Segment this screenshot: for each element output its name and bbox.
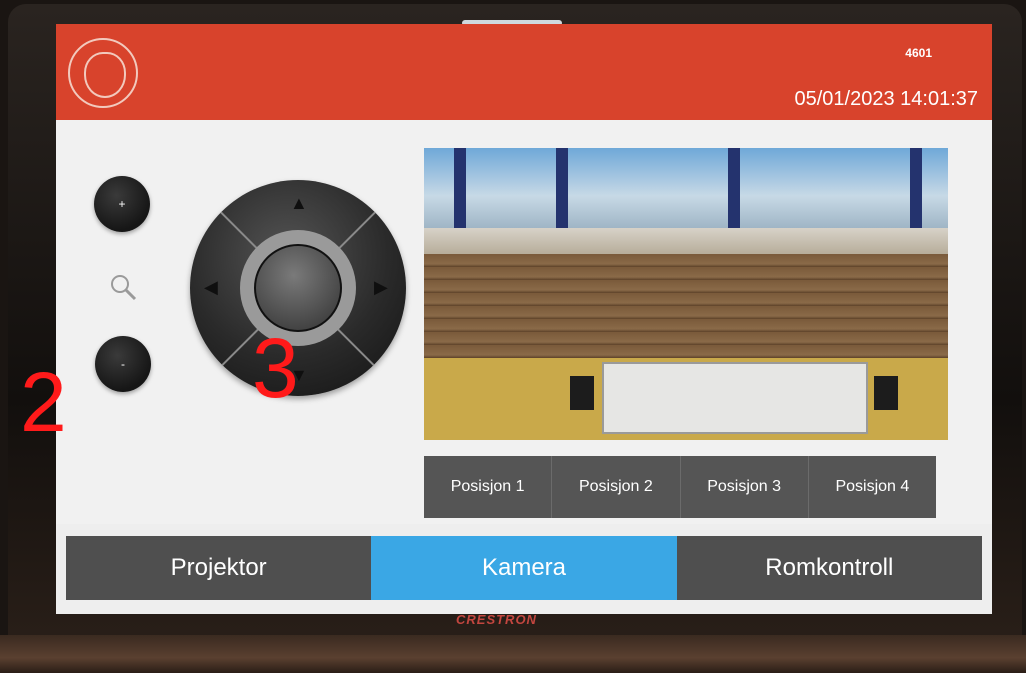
preview-whiteboard: [602, 362, 868, 434]
dpad-center-button[interactable]: [254, 244, 342, 332]
tilt-up-button[interactable]: ▲: [290, 194, 308, 212]
preset-4-button[interactable]: Posisjon 4: [809, 456, 936, 518]
pan-right-button[interactable]: ▶: [374, 278, 388, 296]
preview-sill: [424, 228, 948, 254]
tab-projektor[interactable]: Projektor: [66, 536, 372, 600]
header-bar: 4601 05/01/2023 14:01:37: [56, 24, 992, 120]
preset-1-button[interactable]: Posisjon 1: [424, 456, 553, 518]
preview-speaker: [570, 376, 594, 410]
date-time: 05/01/2023 14:01:37: [794, 88, 978, 110]
preset-3-button[interactable]: Posisjon 3: [681, 456, 809, 518]
annotation-2: 2: [20, 355, 67, 449]
zoom-out-button[interactable]: -: [95, 336, 151, 392]
tab-romkontroll[interactable]: Romkontroll: [676, 536, 982, 600]
preview-wood-wall: [424, 254, 948, 358]
annotation-3: 3: [252, 321, 299, 415]
preset-2-button[interactable]: Posisjon 2: [552, 456, 681, 518]
room-code: 4601: [905, 46, 932, 60]
device-brand: CRESTRON: [456, 612, 537, 627]
magnifier-icon: [111, 275, 137, 301]
university-seal-icon: [68, 38, 138, 108]
preview-windows: [424, 148, 948, 228]
zoom-in-button[interactable]: +: [94, 176, 150, 232]
panel-frame-bottom: [0, 635, 1026, 673]
preview-speaker: [874, 376, 898, 410]
tab-kamera[interactable]: Kamera: [371, 536, 677, 600]
preset-bar: Posisjon 1 Posisjon 2 Posisjon 3 Posisjo…: [424, 456, 936, 518]
bottom-tab-bar: Projektor Kamera Romkontroll: [66, 536, 982, 600]
touch-screen: 4601 05/01/2023 14:01:37 + - ▲ ▼ ◀ ▶ Pos…: [56, 24, 992, 614]
pan-left-button[interactable]: ◀: [204, 278, 218, 296]
camera-preview: [424, 148, 948, 440]
